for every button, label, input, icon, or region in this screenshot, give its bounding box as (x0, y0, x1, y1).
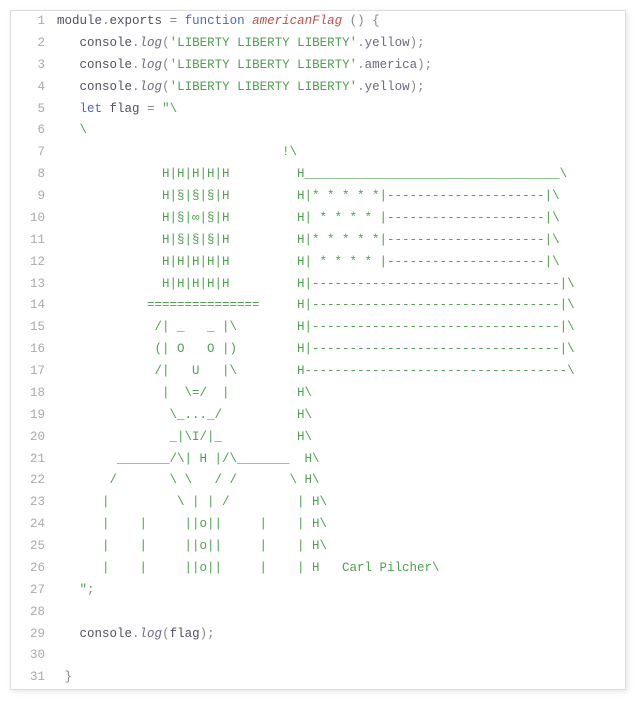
line-number: 20 (11, 427, 57, 449)
code-line: 20 _|\I/|_ H\ (11, 427, 625, 449)
code-line: 27 "; (11, 580, 625, 602)
line-content: \_..._/ H\ (57, 405, 625, 427)
code-line: 22 / \ \ / / \ H\ (11, 470, 625, 492)
line-number: 3 (11, 55, 57, 77)
line-number: 29 (11, 624, 57, 646)
line-number: 18 (11, 383, 57, 405)
line-content: !\ (57, 142, 625, 164)
line-number: 27 (11, 580, 57, 602)
line-number: 11 (11, 230, 57, 252)
line-number: 31 (11, 667, 57, 689)
line-number: 24 (11, 514, 57, 536)
line-content: H|H|H|H|H H_____________________________… (57, 164, 625, 186)
line-number: 10 (11, 208, 57, 230)
code-line: 31 } (11, 667, 625, 689)
line-number: 19 (11, 405, 57, 427)
code-line: 1module.exports = function americanFlag … (11, 11, 625, 33)
code-line: 11 H|§|§|§|H H|* * * * *|---------------… (11, 230, 625, 252)
line-content: } (57, 667, 625, 689)
line-content: /| _ _ |\ H|----------------------------… (57, 317, 625, 339)
code-line: 19 \_..._/ H\ (11, 405, 625, 427)
line-number: 23 (11, 492, 57, 514)
code-line: 10 H|§|∞|§|H H| * * * * |---------------… (11, 208, 625, 230)
code-line: 4 console.log('LIBERTY LIBERTY LIBERTY'.… (11, 77, 625, 99)
line-content: module.exports = function americanFlag (… (57, 11, 625, 33)
line-number: 30 (11, 645, 57, 667)
code-line: 17 /| U |\ H----------------------------… (11, 361, 625, 383)
code-line: 12 H|H|H|H|H H| * * * * |---------------… (11, 252, 625, 274)
line-content: "; (57, 580, 625, 602)
code-line: 3 console.log('LIBERTY LIBERTY LIBERTY'.… (11, 55, 625, 77)
line-content: console.log(flag); (57, 624, 625, 646)
line-content: / \ \ / / \ H\ (57, 470, 625, 492)
line-content: =============== H|----------------------… (57, 295, 625, 317)
line-content: _______/\| H |/\_______ H\ (57, 449, 625, 471)
code-line: 2 console.log('LIBERTY LIBERTY LIBERTY'.… (11, 33, 625, 55)
code-line: 16 (| O O |) H|-------------------------… (11, 339, 625, 361)
code-line: 15 /| _ _ |\ H|-------------------------… (11, 317, 625, 339)
line-content: let flag = "\ (57, 99, 625, 121)
line-number: 12 (11, 252, 57, 274)
code-line: 29 console.log(flag); (11, 624, 625, 646)
code-block: 1module.exports = function americanFlag … (10, 10, 626, 690)
line-number: 5 (11, 99, 57, 121)
line-number: 9 (11, 186, 57, 208)
code-line: 14 =============== H|-------------------… (11, 295, 625, 317)
line-number: 6 (11, 120, 57, 142)
line-content: | \=/ | H\ (57, 383, 625, 405)
code-line: 13 H|H|H|H|H H|-------------------------… (11, 274, 625, 296)
line-content: (| O O |) H|----------------------------… (57, 339, 625, 361)
code-line: 24 | | ||o|| | | H\ (11, 514, 625, 536)
line-number: 15 (11, 317, 57, 339)
line-content: | \ | | / | H\ (57, 492, 625, 514)
line-number: 25 (11, 536, 57, 558)
line-content: | | ||o|| | | H\ (57, 514, 625, 536)
line-content: H|H|H|H|H H|----------------------------… (57, 274, 625, 296)
line-number: 2 (11, 33, 57, 55)
line-content: H|H|H|H|H H| * * * * |------------------… (57, 252, 625, 274)
line-content (57, 645, 625, 667)
code-line: 9 H|§|§|§|H H|* * * * *|----------------… (11, 186, 625, 208)
line-content: H|§|§|§|H H|* * * * *|------------------… (57, 230, 625, 252)
line-content: console.log('LIBERTY LIBERTY LIBERTY'.ye… (57, 33, 625, 55)
line-number: 22 (11, 470, 57, 492)
line-number: 26 (11, 558, 57, 580)
line-number: 14 (11, 295, 57, 317)
line-number: 8 (11, 164, 57, 186)
code-line: 6 \ (11, 120, 625, 142)
line-content: | | ||o|| | | H\ (57, 536, 625, 558)
code-line: 7 !\ (11, 142, 625, 164)
line-number: 17 (11, 361, 57, 383)
line-number: 1 (11, 11, 57, 33)
line-number: 16 (11, 339, 57, 361)
line-content: console.log('LIBERTY LIBERTY LIBERTY'.ye… (57, 77, 625, 99)
line-number: 7 (11, 142, 57, 164)
line-number: 4 (11, 77, 57, 99)
line-content: | | ||o|| | | H Carl Pilcher\ (57, 558, 625, 580)
code-line: 30 (11, 645, 625, 667)
line-content: \ (57, 120, 625, 142)
line-number: 21 (11, 449, 57, 471)
line-number: 28 (11, 602, 57, 624)
code-line: 26 | | ||o|| | | H Carl Pilcher\ (11, 558, 625, 580)
line-content: _|\I/|_ H\ (57, 427, 625, 449)
line-content (57, 602, 625, 624)
code-line: 28 (11, 602, 625, 624)
code-line: 23 | \ | | / | H\ (11, 492, 625, 514)
line-number: 13 (11, 274, 57, 296)
line-content: H|§|∞|§|H H| * * * * |------------------… (57, 208, 625, 230)
code-line: 18 | \=/ | H\ (11, 383, 625, 405)
code-line: 8 H|H|H|H|H H___________________________… (11, 164, 625, 186)
line-content: /| U |\ H-------------------------------… (57, 361, 625, 383)
code-line: 5 let flag = "\ (11, 99, 625, 121)
line-content: H|§|§|§|H H|* * * * *|------------------… (57, 186, 625, 208)
line-content: console.log('LIBERTY LIBERTY LIBERTY'.am… (57, 55, 625, 77)
code-line: 25 | | ||o|| | | H\ (11, 536, 625, 558)
code-line: 21 _______/\| H |/\_______ H\ (11, 449, 625, 471)
